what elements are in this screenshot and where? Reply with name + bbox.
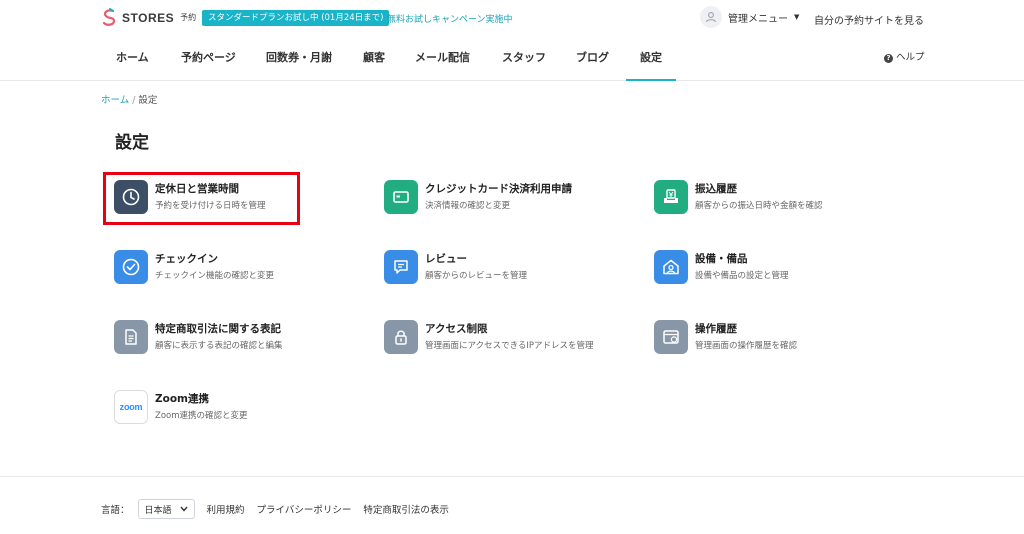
breadcrumb-separator: /: [132, 95, 136, 106]
review-icon: [384, 250, 418, 284]
card-credit-card[interactable]: クレジットカード決済利用申請 決済情報の確認と変更: [384, 178, 634, 218]
avatar: [700, 6, 722, 28]
card-operation-history[interactable]: 操作履歴 管理画面の操作履歴を確認: [654, 318, 904, 358]
privacy-link[interactable]: プライバシーポリシー: [257, 502, 352, 516]
commerce-law-link[interactable]: 特定商取引法の表示: [363, 502, 449, 516]
card-title: レビュー: [425, 253, 467, 265]
terms-link[interactable]: 利用規約: [207, 502, 245, 516]
card-desc: 顧客からの振込日時や金額を確認: [695, 201, 823, 211]
caret-down-icon: ▼: [794, 13, 800, 21]
nav-blog[interactable]: ブログ: [576, 36, 609, 81]
campaign-link[interactable]: 無料お試しキャンペーン実施中: [387, 12, 513, 25]
breadcrumb: ホーム / 設定: [101, 92, 157, 106]
breadcrumb-home[interactable]: ホーム: [101, 95, 129, 106]
language-value: 日本語: [144, 505, 172, 516]
card-title: チェックイン: [155, 253, 218, 265]
admin-menu-button[interactable]: 管理メニュー ▼: [700, 6, 799, 28]
card-zoom[interactable]: zoom Zoom連携 Zoom連携の確認と変更: [114, 388, 364, 428]
page-title: 設定: [115, 133, 149, 153]
nav-mail[interactable]: メール配信: [415, 36, 470, 81]
nav-customers[interactable]: 顧客: [363, 36, 385, 81]
card-desc: 管理画面の操作履歴を確認: [695, 341, 798, 351]
yen-tray-icon: [654, 180, 688, 214]
zoom-logo-text: zoom: [119, 402, 143, 412]
user-icon: [705, 12, 717, 23]
card-commerce-law[interactable]: 特定商取引法に関する表記 顧客に表示する表記の確認と編集: [114, 318, 364, 358]
footer-divider: [0, 476, 1024, 477]
card-desc: 決済情報の確認と変更: [425, 201, 511, 211]
nav-tickets[interactable]: 回数券・月謝: [266, 36, 332, 81]
own-site-link[interactable]: 自分の予約サイトを見る: [814, 12, 924, 27]
card-desc: 管理画面にアクセスできるIPアドレスを管理: [425, 341, 594, 351]
nav-staff[interactable]: スタッフ: [502, 36, 546, 81]
nav-settings[interactable]: 設定: [626, 36, 676, 81]
history-icon: [654, 320, 688, 354]
brand-sub: 予約: [180, 13, 197, 22]
card-desc: 顧客からのレビューを管理: [425, 271, 528, 281]
nav-booking-page[interactable]: 予約ページ: [181, 36, 236, 81]
card-title: Zoom連携: [155, 393, 209, 405]
credit-card-icon: [384, 180, 418, 214]
help-label: ヘルプ: [896, 52, 925, 63]
plan-badge: スタンダードプランお試し中 (01月24日まで): [202, 10, 390, 26]
card-title: 特定商取引法に関する表記: [155, 323, 281, 335]
footer: 言語： 日本語 利用規約 プライバシーポリシー 特定商取引法の表示: [101, 499, 449, 519]
card-title: アクセス制限: [425, 323, 488, 335]
card-title: 操作履歴: [695, 323, 737, 335]
help-link[interactable]: ? ヘルプ: [884, 36, 925, 81]
card-desc: 設備や備品の設定と管理: [695, 271, 789, 281]
card-transfer-history[interactable]: 振込履歴 顧客からの振込日時や金額を確認: [654, 178, 904, 218]
chevron-down-icon: [179, 506, 188, 512]
highlight-box: [103, 172, 300, 225]
main-nav: ホーム 予約ページ 回数券・月謝 顧客 メール配信 スタッフ ブログ 設定 ? ヘ…: [0, 36, 1024, 81]
check-circle-icon: [114, 250, 148, 284]
lock-icon: [384, 320, 418, 354]
document-icon: [114, 320, 148, 354]
card-desc: 顧客に表示する表記の確認と編集: [155, 341, 283, 351]
card-review[interactable]: レビュー 顧客からのレビューを管理: [384, 248, 634, 288]
help-icon: ?: [884, 54, 893, 63]
brand-name: STORES: [122, 10, 175, 25]
nav-home[interactable]: ホーム: [116, 36, 149, 81]
card-desc: チェックイン機能の確認と変更: [155, 271, 275, 281]
top-bar: STORES 予約 スタンダードプランお試し中 (01月24日まで) 無料お試し…: [0, 0, 1024, 36]
card-title: 設備・備品: [695, 253, 748, 265]
zoom-logo-icon: zoom: [114, 390, 148, 424]
language-select[interactable]: 日本語: [137, 499, 195, 519]
card-check-in[interactable]: チェックイン チェックイン機能の確認と変更: [114, 248, 364, 288]
admin-menu-label: 管理メニュー: [728, 13, 788, 25]
card-access-restriction[interactable]: アクセス制限 管理画面にアクセスできるIPアドレスを管理: [384, 318, 634, 358]
card-title: 振込履歴: [695, 183, 737, 195]
breadcrumb-current: 設定: [138, 95, 158, 106]
card-title: クレジットカード決済利用申請: [425, 183, 572, 195]
card-facilities[interactable]: 設備・備品 設備や備品の設定と管理: [654, 248, 904, 288]
stores-logo-icon: [102, 8, 116, 26]
stores-logo[interactable]: STORES 予約: [101, 8, 196, 27]
facility-icon: [654, 250, 688, 284]
card-desc: Zoom連携の確認と変更: [155, 411, 248, 421]
language-label: 言語：: [101, 505, 130, 516]
